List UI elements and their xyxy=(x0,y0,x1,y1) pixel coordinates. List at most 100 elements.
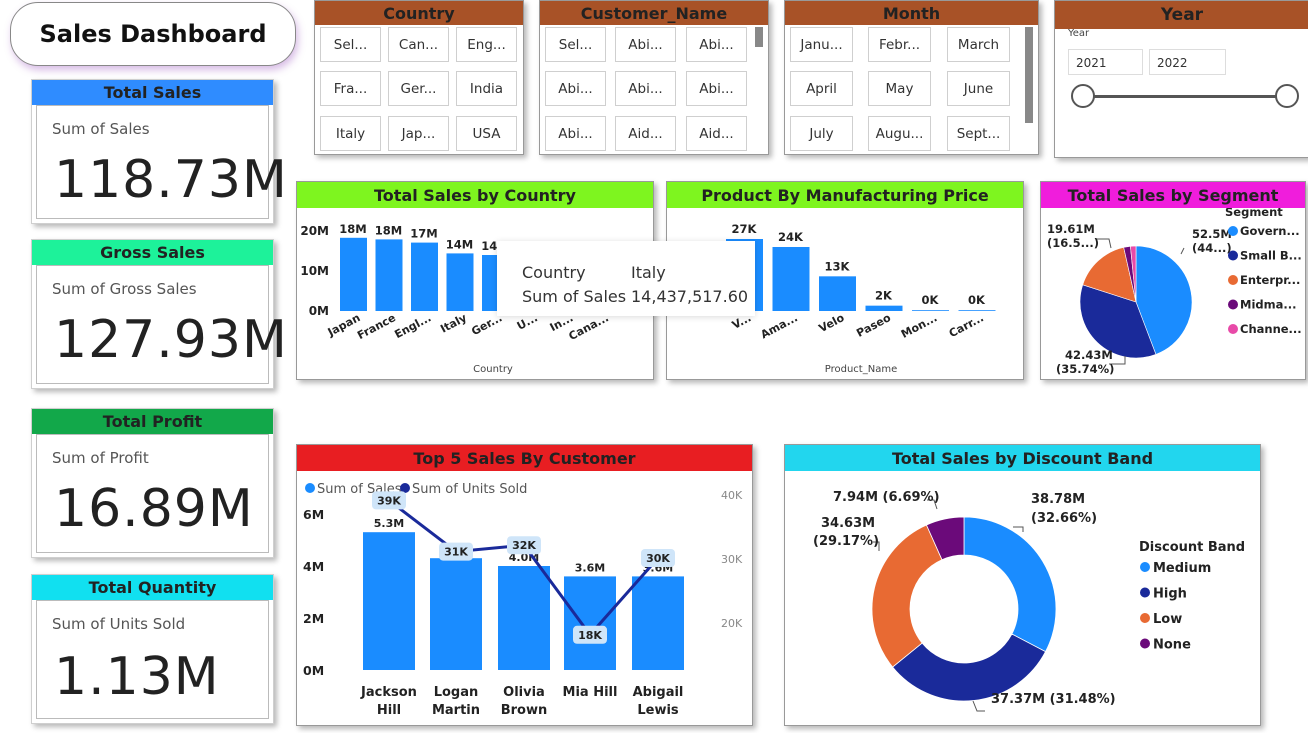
year-label: Year xyxy=(1068,28,1090,39)
legend-item: High xyxy=(1153,587,1187,602)
year-slider-start-handle[interactable] xyxy=(1071,84,1095,108)
customer-option[interactable]: Abi... xyxy=(615,71,676,106)
tooltip-key-country: Country xyxy=(522,263,586,282)
year-slider-track[interactable] xyxy=(1081,95,1291,98)
x-tick-label: Ama... xyxy=(759,311,800,341)
product-bar xyxy=(958,310,996,311)
chart-title: Product By Manufacturing Price xyxy=(667,182,1023,208)
customer-option[interactable]: Abi... xyxy=(686,27,747,62)
customer-option[interactable]: Aid... xyxy=(686,116,747,151)
discount-slice xyxy=(963,516,1057,653)
leader-line xyxy=(1180,247,1185,255)
kpi-subtitle: Sum of Profit xyxy=(52,449,149,467)
customer-slicer-title: Customer_Name xyxy=(540,1,768,25)
x-tick-label: Italy xyxy=(438,311,469,335)
month-slicer-title: Month xyxy=(785,1,1038,25)
customer-option[interactable]: Sel... xyxy=(545,27,606,62)
month-option[interactable]: June xyxy=(947,71,1010,106)
bar-data-label: 0K xyxy=(922,293,940,307)
legend-swatch xyxy=(1228,250,1238,261)
legend-swatch xyxy=(1140,613,1150,623)
bar-data-label: 18M xyxy=(375,223,402,237)
legend-title: Discount Band xyxy=(1139,540,1245,555)
month-option[interactable]: Sept... xyxy=(947,116,1010,151)
chart-tooltip: Country Italy Sum of Sales 14,437,517.60 xyxy=(497,241,755,316)
x-tick-label: Brown xyxy=(501,703,548,718)
customer-sales-bar xyxy=(632,576,684,670)
country-option[interactable]: Fra... xyxy=(320,71,381,106)
slice-label: 52.5M xyxy=(1192,227,1232,241)
customer-option[interactable]: Abi... xyxy=(545,116,606,151)
y-tick-label: 4M xyxy=(303,559,324,574)
month-option[interactable]: March xyxy=(947,27,1010,62)
country-option[interactable]: Can... xyxy=(388,27,449,62)
customer-sales-bar xyxy=(498,566,550,670)
kpi-value: 118.73M xyxy=(54,150,288,210)
year-slider-end-handle[interactable] xyxy=(1275,84,1299,108)
discount-band-plot: 38.78M (32.66%) 37.37M (31.48%) 34.63M (29.1… xyxy=(813,490,1245,712)
legend-item: Medium xyxy=(1153,561,1211,576)
slice-label: (44...) xyxy=(1192,241,1232,255)
month-option[interactable]: Febr... xyxy=(868,27,931,62)
kpi-body: Sum of Units Sold 1.13M xyxy=(36,600,269,719)
country-slicer: Country Sel... Can... Eng... Fra... Ger.… xyxy=(314,0,524,155)
kpi-total-sales-card: Total Sales Sum of Sales 118.73M xyxy=(31,79,287,224)
customer-slicer-scrollbar[interactable] xyxy=(755,27,763,47)
top5-customer-plot: Sum of Sales Sum of Units Sold0M2M4M6M20K… xyxy=(303,482,743,718)
country-option[interactable]: India xyxy=(456,71,517,106)
slice-label: 42.43M xyxy=(1065,348,1113,362)
discount-slice xyxy=(871,524,943,668)
y-tick-label-right: 40K xyxy=(721,489,743,502)
legend-swatch xyxy=(1140,638,1150,649)
x-tick-label: Logan xyxy=(434,685,479,700)
country-bar xyxy=(375,239,403,311)
country-option[interactable]: Sel... xyxy=(320,27,381,62)
chart-title: Total Sales by Discount Band xyxy=(785,445,1260,471)
country-option[interactable]: Italy xyxy=(320,116,381,151)
year-to-input[interactable]: 2022 xyxy=(1149,49,1226,75)
bar-data-label: 27K xyxy=(732,222,758,236)
kpi-title: Gross Sales xyxy=(32,240,273,265)
month-option[interactable]: April xyxy=(790,71,853,106)
legend-item: Channe... xyxy=(1240,322,1302,336)
kpi-gross-sales-card: Gross Sales Sum of Gross Sales 127.93M xyxy=(31,239,287,389)
month-slicer-scrollbar[interactable] xyxy=(1025,27,1033,123)
month-option[interactable]: Augu... xyxy=(868,116,931,151)
product-bar xyxy=(819,276,856,311)
slice-label: 37.37M (31.48%) xyxy=(991,692,1116,707)
legend-swatch xyxy=(305,483,315,493)
y-tick-label: 0M xyxy=(303,663,324,678)
kpi-value: 16.89M xyxy=(54,479,254,539)
customer-option[interactable]: Abi... xyxy=(545,71,606,106)
year-slicer-title: Year xyxy=(1055,1,1308,29)
country-option[interactable]: USA xyxy=(456,116,517,151)
bar-data-label: 3.6M xyxy=(575,561,605,574)
customer-slicer: Customer_Name Sel... Abi... Abi... Abi..… xyxy=(539,0,769,155)
line-data-label: 31K xyxy=(444,546,468,559)
month-option[interactable]: May xyxy=(868,71,931,106)
sales-by-segment-plot: 52.5M(44...) 42.43M(35.74%) 19.61M(16.5...… xyxy=(1047,208,1302,376)
country-option[interactable]: Jap... xyxy=(388,116,449,151)
bar-data-label: 24K xyxy=(778,230,804,244)
country-slicer-title: Country xyxy=(315,1,523,25)
year-from-input[interactable]: 2021 xyxy=(1068,49,1143,75)
kpi-value: 127.93M xyxy=(54,310,288,370)
customer-option[interactable]: Aid... xyxy=(615,116,676,151)
country-option[interactable]: Eng... xyxy=(456,27,517,62)
y-tick-label: 20M xyxy=(300,224,329,238)
top5-customer-chart: Top 5 Sales By Customer Sum of Sales Sum … xyxy=(296,444,753,726)
customer-option[interactable]: Abi... xyxy=(615,27,676,62)
kpi-body: Sum of Sales 118.73M xyxy=(36,105,287,219)
legend-title: Segment xyxy=(1225,208,1283,219)
line-data-label: 30K xyxy=(646,552,670,565)
legend-swatch xyxy=(1228,275,1238,285)
legend-item: Enterpr... xyxy=(1240,273,1300,287)
month-option[interactable]: July xyxy=(790,116,853,151)
country-option[interactable]: Ger... xyxy=(388,71,449,106)
product-bar xyxy=(912,310,949,311)
slice-label: (29.17%) xyxy=(813,534,879,549)
month-option[interactable]: Janu... xyxy=(790,27,853,62)
product-bar xyxy=(865,305,903,311)
customer-option[interactable]: Abi... xyxy=(686,71,747,106)
bar-data-label: 13K xyxy=(825,259,851,273)
